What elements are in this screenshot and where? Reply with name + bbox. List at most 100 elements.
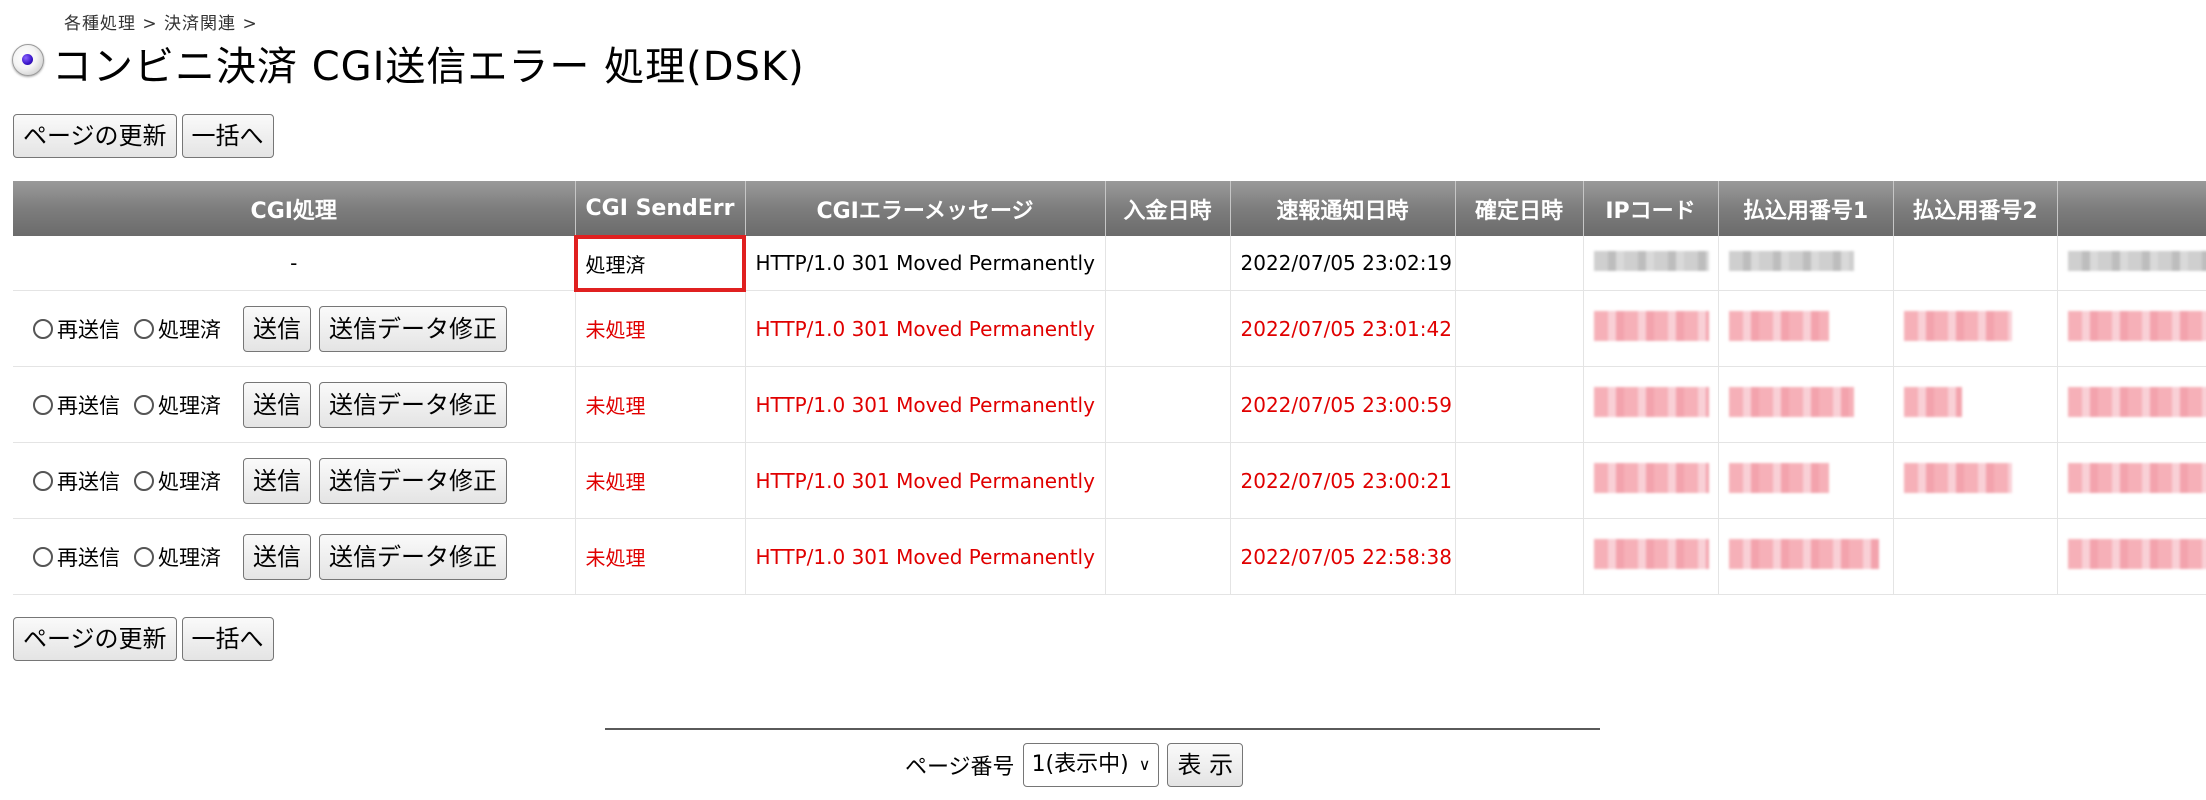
resend-label: 再送信: [57, 317, 120, 342]
confirm-date-cell: [1455, 518, 1584, 595]
refresh-page-button[interactable]: ページの更新: [13, 617, 177, 661]
redacted-value: [1593, 463, 1709, 493]
send-button[interactable]: 送信: [243, 533, 311, 580]
notify-date-cell: 2022/07/05 23:02:19: [1230, 236, 1456, 291]
redacted-value: [1903, 463, 2012, 493]
resend-radio[interactable]: 再送信: [33, 314, 120, 344]
send-button[interactable]: 送信: [243, 305, 311, 352]
table-row: 再送信 処理済 送信 送信データ修正 未処理 HTTP/1.0 301 Move…: [13, 290, 2206, 367]
redacted-value: [1903, 311, 2012, 341]
redacted-value: [1593, 311, 1709, 341]
resend-radio[interactable]: 再送信: [33, 390, 120, 420]
error-table: CGI処理 CGI SendErr CGIエラーメッセージ 入金日時 速報通知日…: [13, 181, 2206, 595]
notify-date-cell: 2022/07/05 22:58:38: [1230, 518, 1456, 595]
error-message-cell: HTTP/1.0 301 Moved Permanently: [745, 442, 1106, 519]
show-page-button[interactable]: 表 示: [1167, 743, 1244, 787]
radio-circle-icon: [33, 394, 53, 415]
pay-number-1-cell: [1718, 236, 1894, 291]
processed-radio[interactable]: 処理済: [134, 542, 221, 572]
pay-number-2-cell: [1893, 290, 2058, 367]
send-button[interactable]: 送信: [243, 381, 311, 428]
redacted-value: [1728, 250, 1854, 271]
redacted-value: [2067, 463, 2206, 493]
edit-send-data-button[interactable]: 送信データ修正: [319, 305, 507, 352]
send-err-cell: 未処理: [575, 366, 746, 443]
header-confirm-date: 確定日時: [1455, 181, 1584, 236]
pay-number-2-cell: [1893, 236, 2058, 291]
table-row: 再送信 処理済 送信 送信データ修正 未処理 HTTP/1.0 301 Move…: [13, 366, 2206, 443]
table-row: 再送信 処理済 送信 送信データ修正 未処理 HTTP/1.0 301 Move…: [13, 518, 2206, 595]
edit-send-data-button[interactable]: 送信データ修正: [319, 533, 507, 580]
extra-cell: [2057, 518, 2206, 595]
processed-radio[interactable]: 処理済: [134, 314, 221, 344]
ip-code-cell: [1583, 518, 1719, 595]
extra-cell: [2057, 236, 2206, 291]
notify-date-cell: 2022/07/05 23:01:42: [1230, 290, 1456, 367]
error-message-cell: HTTP/1.0 301 Moved Permanently: [745, 518, 1106, 595]
ip-code-cell: [1583, 236, 1719, 291]
radio-circle-icon: [134, 470, 154, 491]
pay-number-1-cell: [1718, 366, 1894, 443]
send-err-cell: 未処理: [575, 518, 746, 595]
extra-cell: [2057, 442, 2206, 519]
radio-circle-icon: [33, 318, 53, 339]
bulk-button[interactable]: 一括へ: [181, 617, 274, 661]
ip-code-cell: [1583, 290, 1719, 367]
redacted-value: [1728, 539, 1879, 569]
cgi-action-cell: 再送信 処理済 送信 送信データ修正: [13, 290, 576, 367]
ip-code-cell: [1583, 366, 1719, 443]
resend-radio[interactable]: 再送信: [33, 466, 120, 496]
resend-radio[interactable]: 再送信: [33, 542, 120, 572]
title-row: コンビニ決済 CGI送信エラー 処理(DSK): [12, 34, 805, 92]
page-select-value: 1(表示中): [1031, 752, 1129, 777]
processed-radio[interactable]: 処理済: [134, 466, 221, 496]
redacted-value: [2067, 250, 2206, 271]
header-pay-number-1: 払込用番号1: [1718, 181, 1894, 236]
processed-label: 処理済: [158, 393, 221, 418]
resend-label: 再送信: [57, 545, 120, 570]
confirm-date-cell: [1455, 290, 1584, 367]
refresh-page-button[interactable]: ページの更新: [13, 114, 177, 158]
header-error-message: CGIエラーメッセージ: [745, 181, 1106, 236]
edit-send-data-button[interactable]: 送信データ修正: [319, 381, 507, 428]
processed-label: 処理済: [158, 317, 221, 342]
radio-circle-icon: [134, 546, 154, 567]
error-message-cell: HTTP/1.0 301 Moved Permanently: [745, 366, 1106, 443]
edit-send-data-button[interactable]: 送信データ修正: [319, 457, 507, 504]
redacted-value: [2067, 311, 2206, 341]
bulk-button[interactable]: 一括へ: [181, 114, 274, 158]
bottom-button-row: ページの更新 一括へ: [13, 617, 274, 661]
header-cgi-action: CGI処理: [13, 181, 576, 236]
send-button[interactable]: 送信: [243, 457, 311, 504]
pay-number-1-cell: [1718, 290, 1894, 367]
ip-code-cell: [1583, 442, 1719, 519]
cgi-action-cell: -: [13, 236, 576, 291]
pager-divider: [605, 728, 1600, 730]
page-select[interactable]: 1(表示中) ∨: [1022, 743, 1160, 787]
pay-number-2-cell: [1893, 518, 2058, 595]
table-header-row: CGI処理 CGI SendErr CGIエラーメッセージ 入金日時 速報通知日…: [13, 181, 2206, 236]
radio-bullet-icon: [12, 44, 44, 76]
redacted-value: [1593, 250, 1709, 271]
cgi-action-cell: 再送信 処理済 送信 送信データ修正: [13, 518, 576, 595]
header-extra: [2057, 181, 2206, 236]
pager: ページ番号 1(表示中) ∨ 表 示: [905, 743, 1244, 787]
header-payment-date: 入金日時: [1105, 181, 1231, 236]
confirm-date-cell: [1455, 442, 1584, 519]
resend-label: 再送信: [57, 393, 120, 418]
processed-radio[interactable]: 処理済: [134, 390, 221, 420]
redacted-value: [1903, 387, 1962, 417]
radio-circle-icon: [134, 394, 154, 415]
processed-label: 処理済: [158, 545, 221, 570]
pay-number-1-cell: [1718, 518, 1894, 595]
extra-cell: [2057, 290, 2206, 367]
chevron-down-icon: ∨: [1138, 755, 1151, 774]
error-message-cell: HTTP/1.0 301 Moved Permanently: [745, 236, 1106, 291]
page-number-label: ページ番号: [905, 755, 1015, 780]
pay-number-1-cell: [1718, 442, 1894, 519]
header-notify-date: 速報通知日時: [1230, 181, 1456, 236]
processed-label: 処理済: [158, 469, 221, 494]
radio-circle-icon: [134, 318, 154, 339]
resend-label: 再送信: [57, 469, 120, 494]
header-pay-number-2: 払込用番号2: [1893, 181, 2058, 236]
